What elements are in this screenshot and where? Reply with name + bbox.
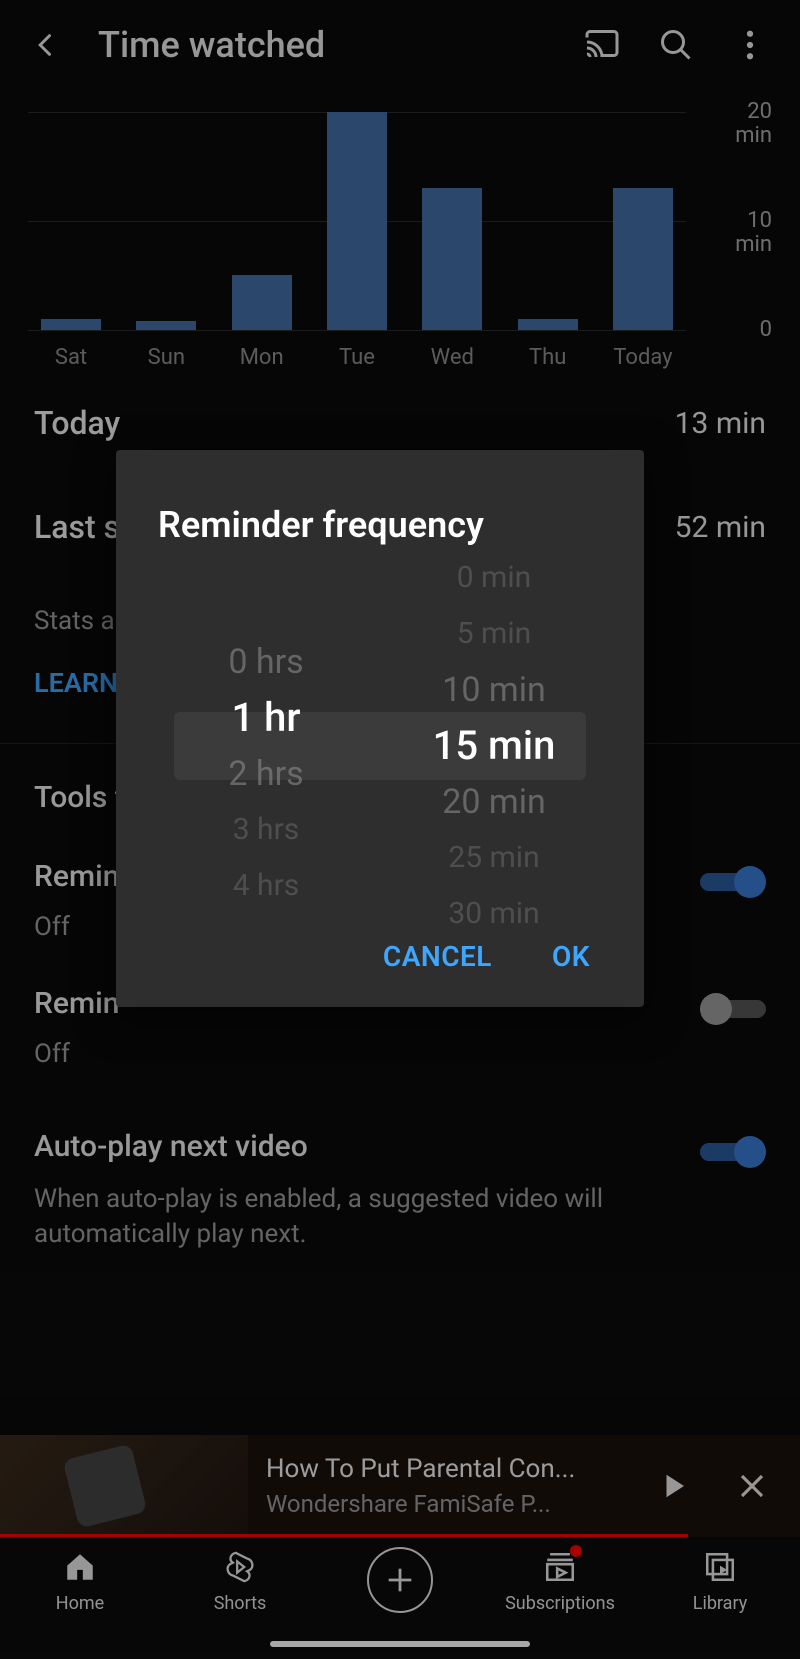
picker-area: 0 hrs1 hr2 hrs3 hrs4 hrs 0 min5 min10 mi… — [116, 586, 644, 906]
minutes-picker[interactable]: 0 min5 min10 min15 min20 min25 min30 min — [404, 550, 584, 942]
picker-item[interactable] — [176, 578, 356, 634]
picker-item[interactable]: 15 min — [404, 718, 584, 774]
ok-button[interactable]: OK — [552, 940, 590, 973]
cancel-button[interactable]: CANCEL — [383, 940, 492, 973]
picker-item[interactable]: 10 min — [404, 662, 584, 718]
reminder-frequency-dialog: Reminder frequency 0 hrs1 hr2 hrs3 hrs4 … — [116, 450, 644, 1007]
picker-item[interactable]: 3 hrs — [176, 802, 356, 858]
picker-item[interactable]: 25 min — [404, 830, 584, 886]
picker-item[interactable]: 30 min — [404, 886, 584, 942]
hours-picker[interactable]: 0 hrs1 hr2 hrs3 hrs4 hrs — [176, 578, 356, 914]
picker-item[interactable]: 2 hrs — [176, 746, 356, 802]
picker-item[interactable]: 4 hrs — [176, 858, 356, 914]
app-root: Time watched 20min10min0 SatSunMonTueWed… — [0, 0, 800, 1659]
picker-item[interactable]: 1 hr — [176, 690, 356, 746]
picker-item[interactable]: 5 min — [404, 606, 584, 662]
picker-item[interactable]: 20 min — [404, 774, 584, 830]
picker-item[interactable]: 0 min — [404, 550, 584, 606]
picker-item[interactable]: 0 hrs — [176, 634, 356, 690]
